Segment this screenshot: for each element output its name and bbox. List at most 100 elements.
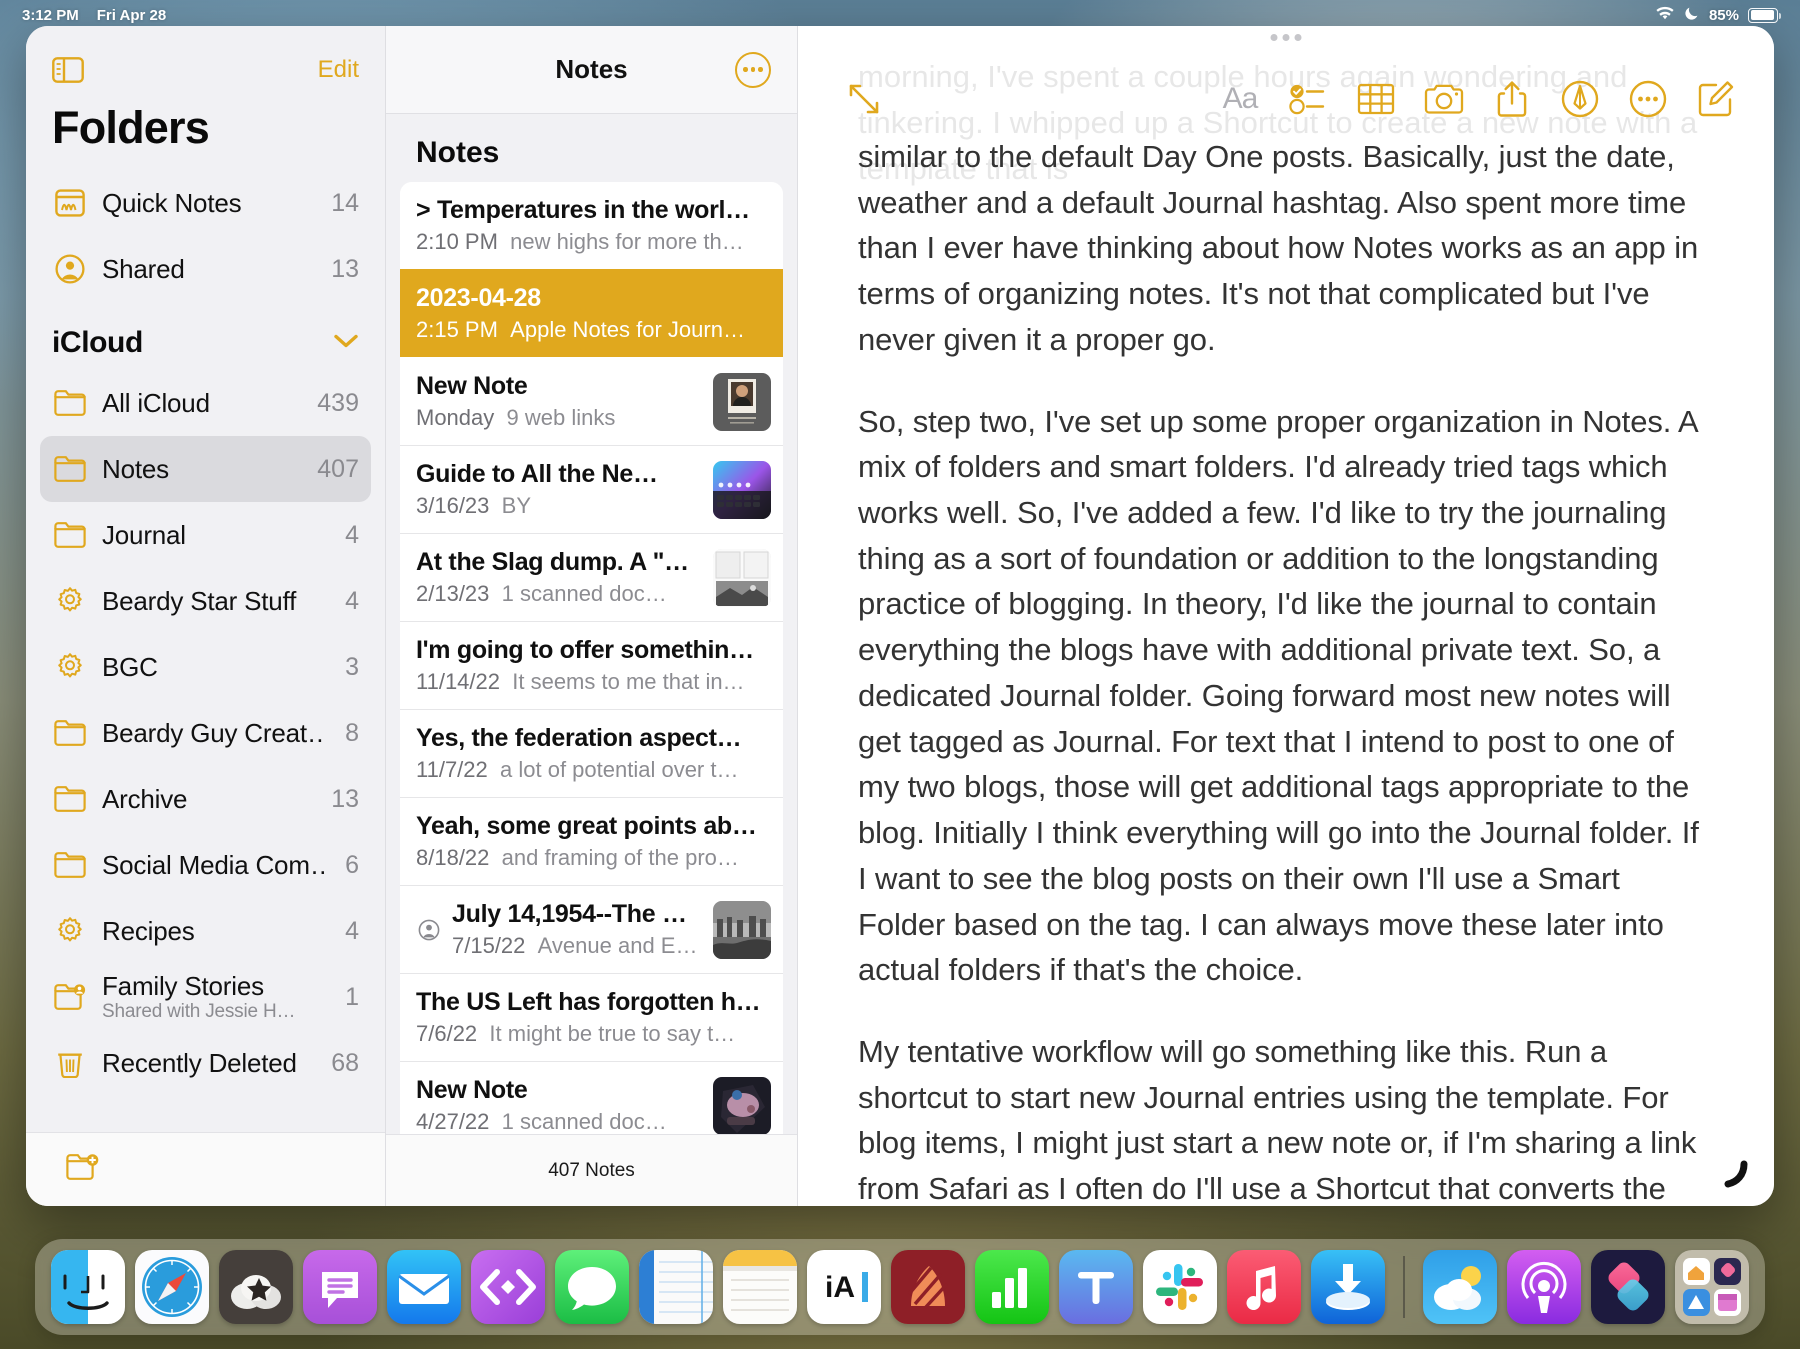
list-item[interactable]: Yes, the federation aspect… 11/7/22 a lo… bbox=[400, 709, 783, 797]
status-date: Fri Apr 28 bbox=[97, 7, 166, 24]
shared-person-icon bbox=[52, 254, 88, 284]
overcast-icon[interactable] bbox=[219, 1250, 293, 1324]
status-time: 3:12 PM bbox=[22, 7, 79, 24]
camera-icon[interactable] bbox=[1410, 65, 1478, 133]
list-item[interactable]: Guide to All the Ne… 3/16/23 BY bbox=[400, 445, 783, 533]
sidebar-item-count: 13 bbox=[325, 785, 359, 814]
note-title: 2023-04-28 bbox=[416, 284, 771, 313]
chevron-down-icon[interactable] bbox=[333, 333, 359, 354]
resize-handle-icon[interactable] bbox=[1718, 1158, 1752, 1192]
note-meta: 2:15 PM Apple Notes for Journ… bbox=[416, 317, 771, 343]
sidebar-item-quick-notes[interactable]: Quick Notes 14 bbox=[40, 170, 371, 236]
sidebar-item-bgc[interactable]: BGC 3 bbox=[40, 634, 371, 700]
code-icon[interactable] bbox=[471, 1250, 545, 1324]
markup-pen-icon[interactable] bbox=[1546, 65, 1614, 133]
list-item[interactable]: Yeah, some great points ab… 8/18/22 and … bbox=[400, 797, 783, 885]
new-folder-icon[interactable] bbox=[66, 1153, 100, 1186]
finder-icon[interactable] bbox=[51, 1250, 125, 1324]
sidebar-toggle-icon[interactable] bbox=[52, 57, 84, 83]
list-item[interactable]: > Temperatures in the worl… 2:10 PM new … bbox=[400, 182, 783, 269]
notes-icon[interactable] bbox=[723, 1250, 797, 1324]
folder-icon bbox=[52, 852, 88, 878]
note-paragraph: similar to the default Day One posts. Ba… bbox=[858, 134, 1704, 363]
imessage-icon[interactable] bbox=[555, 1250, 629, 1324]
sidebar-item-recently-deleted[interactable]: Recently Deleted 68 bbox=[40, 1030, 371, 1096]
numbers-icon[interactable] bbox=[975, 1250, 1049, 1324]
note-editor[interactable]: morning, I've spent a couple hours again… bbox=[798, 26, 1774, 1206]
format-aa-icon[interactable]: Aa bbox=[1206, 65, 1274, 133]
weather-icon[interactable] bbox=[1423, 1250, 1497, 1324]
sidebar-item-notes[interactable]: Notes 407 bbox=[40, 436, 371, 502]
ia-writer-icon[interactable]: iA bbox=[807, 1250, 881, 1324]
list-item[interactable]: 2023-04-28 2:15 PM Apple Notes for Journ… bbox=[400, 269, 783, 357]
sidebar-item-recipes[interactable]: Recipes 4 bbox=[40, 898, 371, 964]
table-icon[interactable] bbox=[1342, 65, 1410, 133]
sidebar-item-label: Beardy Star Stuff bbox=[102, 586, 325, 617]
page-title: Folders bbox=[26, 92, 385, 170]
drag-handle-dots[interactable] bbox=[1271, 34, 1302, 41]
app-folder-icon[interactable] bbox=[1675, 1250, 1749, 1324]
sidebar-item-count: 4 bbox=[339, 917, 359, 946]
slack-icon[interactable] bbox=[1143, 1250, 1217, 1324]
note-list-scroll[interactable]: > Temperatures in the worl… 2:10 PM new … bbox=[386, 182, 797, 1134]
list-item[interactable]: New Note 4/27/22 1 scanned doc… bbox=[400, 1061, 783, 1134]
sidebar-item-count: 3 bbox=[339, 653, 359, 682]
icloud-section-header[interactable]: iCloud bbox=[40, 302, 371, 370]
sidebar-list[interactable]: Quick Notes 14 Shared 13 iCloud bbox=[26, 170, 385, 1132]
mail-icon[interactable] bbox=[387, 1250, 461, 1324]
note-date: 7/15/22 bbox=[452, 933, 525, 958]
note-thumbnail bbox=[713, 373, 771, 431]
share-icon[interactable] bbox=[1478, 65, 1546, 133]
podcasts-icon[interactable] bbox=[1507, 1250, 1581, 1324]
note-title: At the Slag dump. A "… bbox=[416, 548, 699, 577]
gear-icon bbox=[52, 652, 88, 682]
note-snippet: 1 scanned doc… bbox=[502, 1109, 667, 1134]
section-title: iCloud bbox=[52, 326, 143, 360]
ellipsis-circle-icon[interactable] bbox=[735, 52, 771, 88]
trash-icon bbox=[52, 1048, 88, 1078]
shared-folder-icon bbox=[52, 983, 88, 1011]
compose-icon[interactable] bbox=[1682, 65, 1750, 133]
checklist-icon[interactable] bbox=[1274, 65, 1342, 133]
dock: iA bbox=[35, 1239, 1765, 1335]
safari-icon[interactable] bbox=[135, 1250, 209, 1324]
sidebar-item-family-stories[interactable]: Family Stories Shared with Jessie H… 1 bbox=[40, 964, 371, 1030]
list-item[interactable]: At the Slag dump. A "… 2/13/23 1 scanned… bbox=[400, 533, 783, 621]
note-body[interactable]: similar to the default Day One posts. Ba… bbox=[858, 134, 1704, 1206]
note-title: New Note bbox=[416, 1076, 699, 1105]
messages-purple-icon[interactable] bbox=[303, 1250, 377, 1324]
tot-icon[interactable] bbox=[1059, 1250, 1133, 1324]
note-meta: 4/27/22 1 scanned doc… bbox=[416, 1109, 699, 1134]
battery-percent: 85% bbox=[1709, 7, 1739, 24]
sidebar-item-beardy-guy-creative[interactable]: Beardy Guy Creat… 8 bbox=[40, 700, 371, 766]
list-item[interactable]: The US Left has forgotten h… 7/6/22 It m… bbox=[400, 973, 783, 1061]
ulysses-icon[interactable] bbox=[891, 1250, 965, 1324]
expand-arrows-icon[interactable] bbox=[830, 65, 898, 133]
ellipsis-circle-icon[interactable] bbox=[1614, 65, 1682, 133]
sidebar-item-count: 407 bbox=[311, 455, 359, 484]
note-thumbnail bbox=[713, 1077, 771, 1135]
sidebar-item-label: Recipes bbox=[102, 916, 325, 947]
sidebar-item-archive[interactable]: Archive 13 bbox=[40, 766, 371, 832]
notebooks-icon[interactable] bbox=[639, 1250, 713, 1324]
sidebar-item-count: 4 bbox=[339, 521, 359, 550]
list-item[interactable]: I'm going to offer somethin… 11/14/22 It… bbox=[400, 621, 783, 709]
note-title: The US Left has forgotten h… bbox=[416, 988, 771, 1017]
sidebar-item-shared[interactable]: Shared 13 bbox=[40, 236, 371, 302]
note-snippet: It might be true to say t… bbox=[489, 1021, 735, 1046]
note-title: July 14,1954--The h… bbox=[452, 900, 699, 929]
downloads-icon[interactable] bbox=[1311, 1250, 1385, 1324]
folder-icon bbox=[52, 456, 88, 482]
sidebar-item-social-media-comments[interactable]: Social Media Com… 6 bbox=[40, 832, 371, 898]
shortcuts-icon[interactable] bbox=[1591, 1250, 1665, 1324]
sidebar-item-label: All iCloud bbox=[102, 388, 297, 419]
sidebar-item-count: 14 bbox=[325, 189, 359, 218]
music-icon[interactable] bbox=[1227, 1250, 1301, 1324]
edit-button[interactable]: Edit bbox=[318, 56, 359, 84]
note-snippet: BY bbox=[502, 493, 531, 518]
sidebar-item-beardy-star-stuff[interactable]: Beardy Star Stuff 4 bbox=[40, 568, 371, 634]
list-item[interactable]: New Note Monday 9 web links bbox=[400, 357, 783, 445]
list-item[interactable]: July 14,1954--The h… 7/15/22 Avenue and … bbox=[400, 885, 783, 973]
sidebar-item-all-icloud[interactable]: All iCloud 439 bbox=[40, 370, 371, 436]
sidebar-item-journal[interactable]: Journal 4 bbox=[40, 502, 371, 568]
